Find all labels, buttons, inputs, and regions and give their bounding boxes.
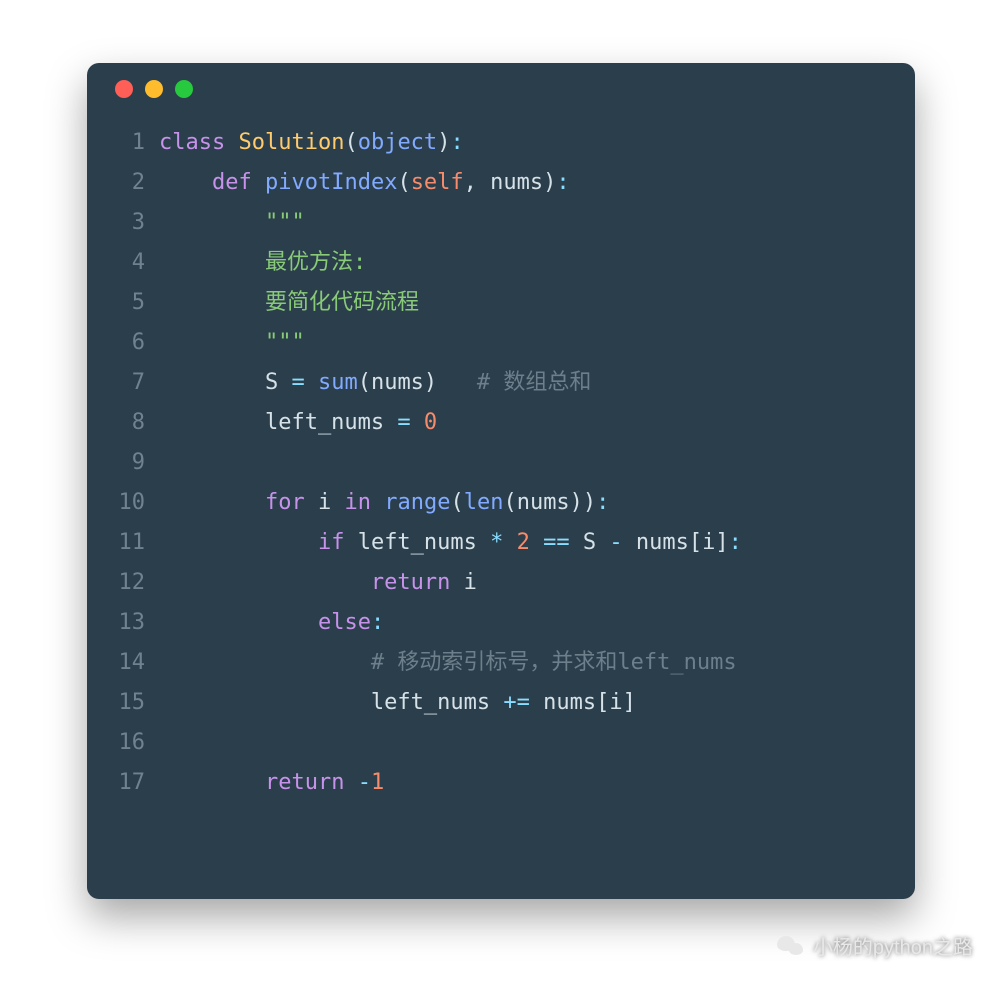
- code-line: 17 return -1: [97, 763, 895, 803]
- code-content: return -1: [159, 763, 384, 803]
- line-number: 4: [97, 243, 159, 283]
- code-content: else:: [159, 603, 384, 643]
- code-line: 2 def pivotIndex(self, nums):: [97, 163, 895, 203]
- wechat-icon: [777, 932, 805, 960]
- code-content: 最优方法:: [159, 243, 366, 283]
- code-line: 6 """: [97, 323, 895, 363]
- code-line: 10 for i in range(len(nums)):: [97, 483, 895, 523]
- code-content: left_nums += nums[i]: [159, 683, 636, 723]
- code-area: 1class Solution(object):2 def pivotIndex…: [87, 115, 915, 823]
- line-number: 7: [97, 363, 159, 403]
- code-content: left_nums = 0: [159, 403, 437, 443]
- line-number: 16: [97, 723, 159, 763]
- maximize-icon[interactable]: [175, 80, 193, 98]
- code-content: if left_nums * 2 == S - nums[i]:: [159, 523, 742, 563]
- minimize-icon[interactable]: [145, 80, 163, 98]
- code-content: # 移动索引标号，并求和left_nums: [159, 643, 737, 683]
- code-line: 9: [97, 443, 895, 483]
- code-content: """: [159, 203, 305, 243]
- line-number: 6: [97, 323, 159, 363]
- window-titlebar: [87, 63, 915, 115]
- close-icon[interactable]: [115, 80, 133, 98]
- code-line: 8 left_nums = 0: [97, 403, 895, 443]
- code-window: 1class Solution(object):2 def pivotIndex…: [87, 63, 915, 899]
- line-number: 13: [97, 603, 159, 643]
- line-number: 9: [97, 443, 159, 483]
- line-number: 12: [97, 563, 159, 603]
- code-line: 15 left_nums += nums[i]: [97, 683, 895, 723]
- code-content: """: [159, 323, 305, 363]
- line-number: 14: [97, 643, 159, 683]
- code-content: class Solution(object):: [159, 123, 464, 163]
- code-line: 3 """: [97, 203, 895, 243]
- line-number: 11: [97, 523, 159, 563]
- code-line: 1class Solution(object):: [97, 123, 895, 163]
- code-line: 7 S = sum(nums) # 数组总和: [97, 363, 895, 403]
- code-line: 16: [97, 723, 895, 763]
- line-number: 8: [97, 403, 159, 443]
- code-line: 11 if left_nums * 2 == S - nums[i]:: [97, 523, 895, 563]
- code-line: 12 return i: [97, 563, 895, 603]
- code-content: return i: [159, 563, 477, 603]
- line-number: 10: [97, 483, 159, 523]
- line-number: 5: [97, 283, 159, 323]
- code-content: def pivotIndex(self, nums):: [159, 163, 570, 203]
- line-number: 17: [97, 763, 159, 803]
- code-line: 4 最优方法:: [97, 243, 895, 283]
- line-number: 2: [97, 163, 159, 203]
- line-number: 1: [97, 123, 159, 163]
- line-number: 15: [97, 683, 159, 723]
- code-line: 14 # 移动索引标号，并求和left_nums: [97, 643, 895, 683]
- code-content: 要简化代码流程: [159, 283, 419, 323]
- code-line: 13 else:: [97, 603, 895, 643]
- watermark-text: 小杨的python之路: [813, 931, 973, 960]
- code-content: for i in range(len(nums)):: [159, 483, 609, 523]
- code-line: 5 要简化代码流程: [97, 283, 895, 323]
- code-content: S = sum(nums) # 数组总和: [159, 363, 591, 403]
- watermark: 小杨的python之路: [777, 931, 973, 960]
- line-number: 3: [97, 203, 159, 243]
